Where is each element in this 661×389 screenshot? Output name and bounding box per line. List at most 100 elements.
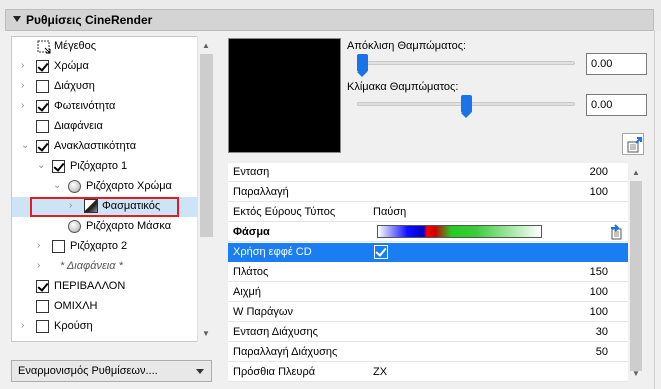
dropdown-label: Εναρμονισμός Ρυθμίσεων.... (18, 365, 158, 377)
blur-deviation-input[interactable] (586, 53, 647, 75)
chevron-down-icon (196, 369, 204, 374)
tree-item[interactable]: ΠΕΡΙΒΑΛΛΟΝ (12, 277, 198, 297)
panel-title: Ρυθμίσεις CineRender (26, 13, 153, 27)
property-name: Πρόσθια Πλευρά (233, 366, 316, 378)
property-row[interactable]: Πλάτος 150 (228, 263, 628, 282)
selection-highlight-box (30, 197, 179, 217)
tree-item-checkbox[interactable] (36, 140, 49, 153)
chevron-right-icon[interactable]: › (21, 61, 31, 71)
property-value[interactable]: 50 (528, 346, 608, 358)
tree-item-checkbox[interactable] (52, 240, 65, 253)
tree-item-checkbox[interactable] (36, 300, 49, 313)
tree-item-checkbox[interactable] (36, 280, 49, 293)
tree-item[interactable]: › * Διαφάνεια * (12, 257, 198, 277)
property-value[interactable]: 30 (528, 326, 608, 338)
tree-scroll-thumb[interactable] (200, 54, 213, 237)
property-name: Εκτός Εύρους Τύπος (233, 206, 336, 218)
scroll-up-icon[interactable]: ▲ (632, 168, 640, 177)
blur-deviation-slider[interactable] (357, 61, 575, 65)
tree-item-label: Διαφάνεια (54, 120, 103, 132)
property-row[interactable]: Χρήση εφφέ CD (228, 243, 628, 262)
property-value[interactable]: ZX (373, 366, 387, 378)
property-name: Αιχμή (233, 286, 262, 298)
tree-item-checkbox[interactable] (52, 160, 65, 173)
chevron-down-icon[interactable]: ⌄ (21, 141, 31, 151)
apply-settings-button[interactable] (622, 133, 644, 155)
property-row[interactable]: Ενταση 200 (228, 163, 628, 182)
properties-scrollbar[interactable]: ▲ ▼ (628, 163, 644, 382)
panel-header[interactable]: Ρυθμίσεις CineRender (5, 9, 654, 31)
tree-item-checkbox[interactable] (36, 80, 49, 93)
right-edge (654, 31, 661, 389)
tree-item-checkbox[interactable] (36, 320, 49, 333)
tree-item-label: Φωτεινότητα (54, 100, 116, 112)
chevron-right-icon[interactable]: › (21, 321, 31, 331)
blur-scale-slider-thumb[interactable] (460, 95, 472, 118)
property-row[interactable]: Αιχμή 100 (228, 283, 628, 302)
tree-item[interactable]: › Φωτεινότητα (12, 97, 198, 117)
tree-item-label: Μέγεθος (54, 40, 97, 52)
tree-item[interactable]: › Ριζόχαρτο 2 (12, 237, 198, 257)
tree-item[interactable]: Διαφάνεια (12, 117, 198, 137)
size-icon (36, 39, 51, 54)
properties-list[interactable]: Ενταση 200 Παραλλαγή 100 Εκτός Εύρους Τύπος Π… (228, 163, 644, 382)
property-name: Φάσμα (233, 226, 270, 238)
property-name: Χρήση εφφέ CD (233, 246, 312, 258)
collapse-arrow-icon[interactable] (13, 16, 21, 22)
tree-item-label: Διάχυση (54, 80, 95, 92)
property-name: Παραλλαγή Διάχυσης (233, 346, 338, 358)
tree-item[interactable]: Ριζόχαρτο Μάσκα (12, 217, 198, 237)
property-row[interactable]: Φάσμα (228, 223, 628, 242)
tree-item[interactable]: › Χρώμα (12, 57, 198, 77)
tree-item[interactable]: › Κρούση (12, 317, 198, 337)
tree-item-checkbox[interactable] (36, 60, 49, 73)
tree-scrollbar[interactable]: ▲ ▼ (197, 36, 214, 342)
property-value[interactable]: 100 (528, 286, 608, 298)
property-row[interactable]: Παραλλαγή 100 (228, 183, 628, 202)
blur-scale-input[interactable] (586, 94, 647, 116)
tree-item-checkbox[interactable] (36, 120, 49, 133)
chevron-down-icon[interactable]: ⌄ (53, 181, 63, 191)
scroll-down-icon[interactable]: ▼ (202, 329, 210, 338)
chevron-right-icon[interactable]: › (37, 261, 47, 271)
tree-item[interactable]: ⌄ Ριζόχαρτο 1 (12, 157, 198, 177)
tree-item-label: Ριζόχαρτο 1 (70, 160, 128, 172)
chevron-right-icon[interactable]: › (21, 81, 31, 91)
property-name: W Παράγων (233, 306, 293, 318)
property-value[interactable]: Παύση (373, 206, 406, 218)
tree-item[interactable]: ⌄ Ριζόχαρτο Χρώμα (12, 177, 198, 197)
tree-item[interactable]: › Διάχυση (12, 77, 198, 97)
cd-effect-checkbox[interactable] (374, 245, 388, 259)
scroll-up-icon[interactable]: ▲ (202, 41, 210, 50)
tree-item[interactable]: Μέγεθος (12, 37, 198, 57)
tree-item-label: Ριζόχαρτο 2 (70, 240, 128, 252)
tree-item[interactable]: ΟΜΙΧΛΗ (12, 297, 198, 317)
tree-item-label: ΠΕΡΙΒΑΛΛΟΝ (54, 280, 126, 292)
property-value[interactable]: 100 (528, 186, 608, 198)
property-row[interactable]: W Παράγων 100 (228, 303, 628, 322)
chevron-right-icon[interactable]: › (37, 241, 47, 251)
chevron-right-icon[interactable]: › (21, 101, 31, 111)
property-row[interactable]: Ενταση Διάχυσης 30 (228, 323, 628, 342)
tree-item-label: * Διαφάνεια * (60, 260, 123, 272)
spectrum-gradient[interactable] (377, 225, 542, 238)
chevron-down-icon[interactable]: ⌄ (37, 161, 47, 171)
property-row[interactable]: Πρόσθια Πλευρά ZX (228, 363, 628, 382)
property-value[interactable]: 100 (528, 306, 608, 318)
tree-item-checkbox[interactable] (36, 100, 49, 113)
settings-tree[interactable]: Μέγεθος › Χρώμα › Διάχυση › Φωτεινότητα Διαφάνε… (11, 36, 214, 342)
sphere-icon (68, 180, 81, 193)
properties-scroll-thumb[interactable] (630, 181, 642, 371)
scroll-down-icon[interactable]: ▼ (632, 369, 640, 378)
property-row[interactable]: Παραλλαγή Διάχυσης 50 (228, 343, 628, 362)
spectrum-edit-icon[interactable] (609, 224, 627, 241)
property-value[interactable]: 150 (528, 266, 608, 278)
tree-item-label: Ριζόχαρτο Μάσκα (86, 220, 172, 232)
tree-item-label: Ριζόχαρτο Χρώμα (86, 180, 172, 192)
blur-deviation-slider-thumb[interactable] (357, 54, 368, 77)
property-value[interactable]: 200 (528, 166, 608, 178)
property-row[interactable]: Εκτός Εύρους Τύπος Παύση (228, 203, 628, 222)
blur-deviation-label: Απόκλιση Θαμπώματος: (347, 40, 467, 52)
harmonize-settings-dropdown[interactable]: Εναρμονισμός Ρυθμίσεων.... (11, 360, 212, 382)
tree-item[interactable]: ⌄ Ανακλαστικότητα (12, 137, 198, 157)
